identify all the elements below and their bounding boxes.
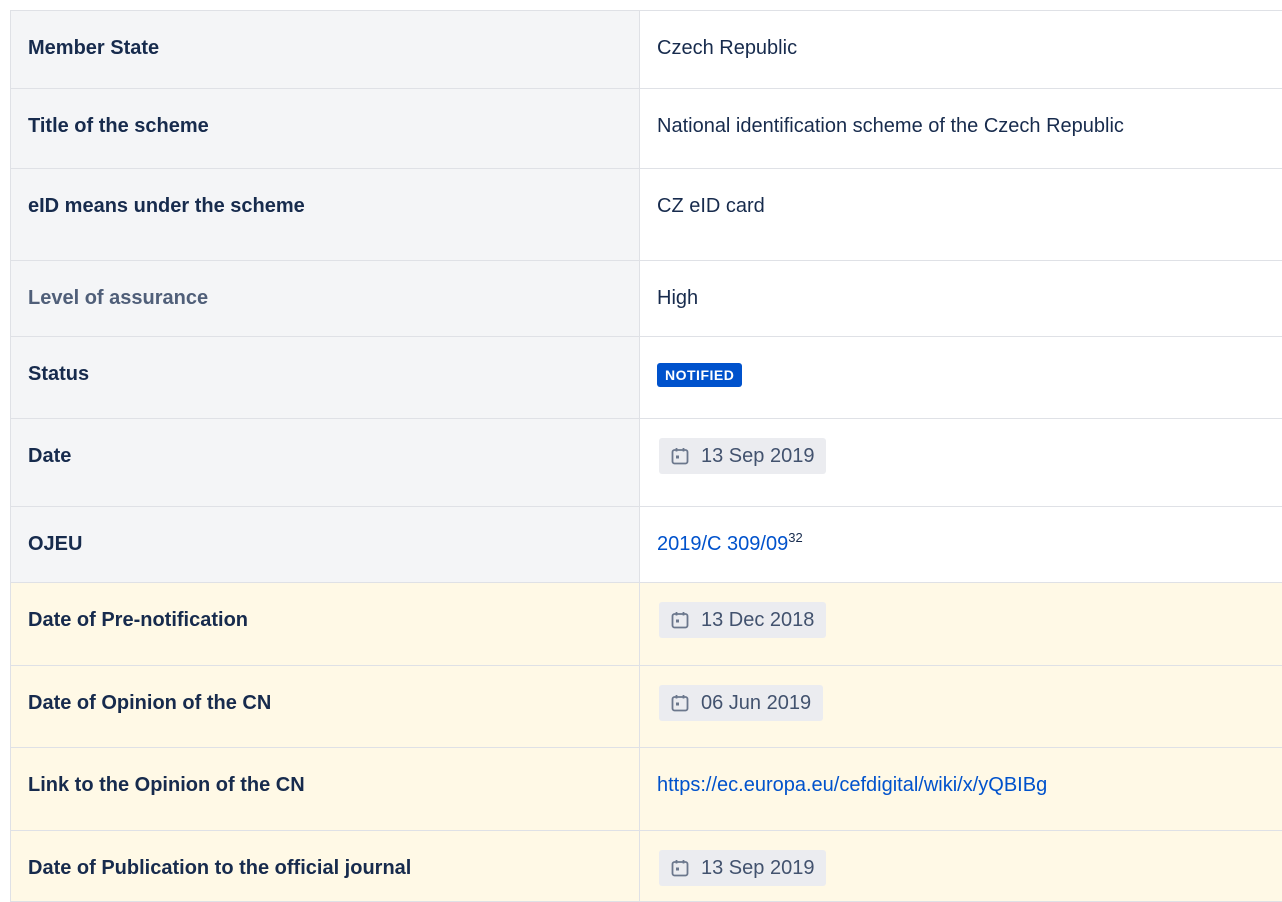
row-label: Date bbox=[11, 419, 640, 507]
row-value: Czech Republic bbox=[640, 11, 1282, 89]
footnote-marker: 32 bbox=[788, 530, 802, 545]
table-row: Member State Czech Republic bbox=[11, 11, 1282, 89]
table-row: Level of assurance High bbox=[11, 261, 1282, 337]
row-label: Member State bbox=[11, 11, 640, 89]
row-label: OJEU bbox=[11, 507, 640, 583]
row-value: High bbox=[640, 261, 1282, 337]
row-label: Date of Pre-notification bbox=[11, 583, 640, 666]
row-value: 06 Jun 2019 bbox=[640, 666, 1282, 748]
row-value: National identification scheme of the Cz… bbox=[640, 89, 1282, 169]
scheme-details-table: Member State Czech Republic Title of the… bbox=[10, 10, 1282, 902]
date-text: 06 Jun 2019 bbox=[701, 689, 811, 717]
date-lozenge: 13 Sep 2019 bbox=[659, 438, 826, 474]
row-value: NOTIFIED bbox=[640, 337, 1282, 419]
date-lozenge: 13 Sep 2019 bbox=[659, 850, 826, 886]
row-label: Link to the Opinion of the CN bbox=[11, 748, 640, 831]
date-text: 13 Dec 2018 bbox=[701, 606, 814, 634]
row-value: 13 Dec 2018 bbox=[640, 583, 1282, 666]
table-row: Date of Pre-notification 13 Dec 2018 bbox=[11, 583, 1282, 666]
calendar-icon bbox=[671, 611, 689, 629]
row-label: Title of the scheme bbox=[11, 89, 640, 169]
ojeu-link[interactable]: 2019/C 309/09 bbox=[657, 533, 788, 555]
date-lozenge: 06 Jun 2019 bbox=[659, 685, 823, 721]
table-row: Date 13 Sep 2019 bbox=[11, 419, 1282, 507]
row-label: Date of Opinion of the CN bbox=[11, 666, 640, 748]
table-row: eID means under the scheme CZ eID card bbox=[11, 169, 1282, 261]
row-label: eID means under the scheme bbox=[11, 169, 640, 261]
row-value: CZ eID card bbox=[640, 169, 1282, 261]
row-label: Date of Publication to the official jour… bbox=[11, 831, 640, 902]
table-row: OJEU 2019/C 309/0932 bbox=[11, 507, 1282, 583]
date-lozenge: 13 Dec 2018 bbox=[659, 602, 826, 638]
row-label: Level of assurance bbox=[11, 261, 640, 337]
row-value: 13 Sep 2019 bbox=[640, 419, 1282, 507]
calendar-icon bbox=[671, 859, 689, 877]
calendar-icon bbox=[671, 694, 689, 712]
scheme-details-table-wrapper: Member State Czech Republic Title of the… bbox=[10, 10, 1282, 902]
row-label: Status bbox=[11, 337, 640, 419]
row-value: 2019/C 309/0932 bbox=[640, 507, 1282, 583]
row-value: 13 Sep 2019 bbox=[640, 831, 1282, 902]
table-row: Status NOTIFIED bbox=[11, 337, 1282, 419]
date-text: 13 Sep 2019 bbox=[701, 442, 814, 470]
table-row: Title of the scheme National identificat… bbox=[11, 89, 1282, 169]
date-text: 13 Sep 2019 bbox=[701, 854, 814, 882]
table-row: Date of Opinion of the CN 06 Jun 2019 bbox=[11, 666, 1282, 748]
opinion-link[interactable]: https://ec.europa.eu/cefdigital/wiki/x/y… bbox=[657, 774, 1047, 796]
calendar-icon bbox=[671, 447, 689, 465]
row-value: https://ec.europa.eu/cefdigital/wiki/x/y… bbox=[640, 748, 1282, 831]
table-row: Link to the Opinion of the CN https://ec… bbox=[11, 748, 1282, 831]
status-badge: NOTIFIED bbox=[657, 363, 742, 387]
table-row: Date of Publication to the official jour… bbox=[11, 831, 1282, 902]
